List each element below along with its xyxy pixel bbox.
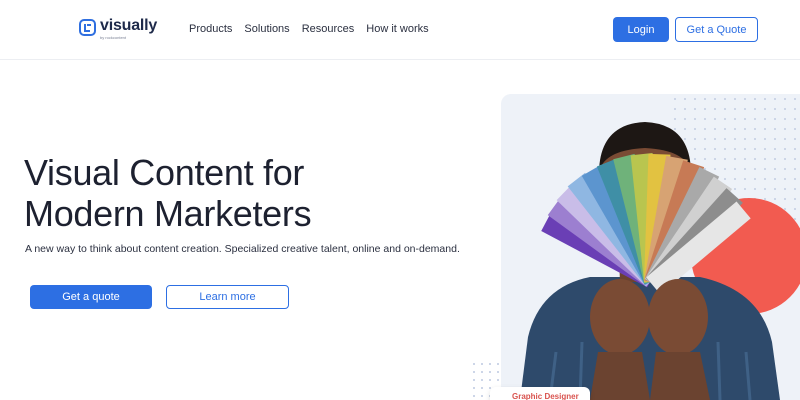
role-card: Graphic Designer bbox=[490, 387, 590, 400]
nav-solutions[interactable]: Solutions bbox=[244, 23, 289, 35]
logo-icon bbox=[79, 19, 96, 36]
main-nav: Products Solutions Resources How it work… bbox=[189, 23, 429, 35]
hero-title-line-2: Modern Marketers bbox=[24, 193, 312, 234]
hero-illustration: Graphic Designer bbox=[470, 92, 800, 400]
nav-resources[interactable]: Resources bbox=[302, 23, 355, 35]
get-a-quote-button[interactable]: Get a Quote bbox=[675, 17, 758, 42]
logo-tagline: by rockcontent bbox=[100, 35, 127, 40]
hero-subtitle: A new way to think about content creatio… bbox=[25, 243, 460, 255]
hero-title-line-1: Visual Content for bbox=[24, 152, 305, 193]
login-button[interactable]: Login bbox=[613, 17, 669, 42]
site-header: visually by rockcontent Products Solutio… bbox=[0, 0, 800, 60]
person-with-swatches-image bbox=[520, 122, 780, 400]
nav-products[interactable]: Products bbox=[189, 23, 232, 35]
learn-more-button[interactable]: Learn more bbox=[166, 285, 289, 309]
nav-how-it-works[interactable]: How it works bbox=[366, 23, 428, 35]
hero-title: Visual Content for Modern Marketers bbox=[24, 152, 312, 234]
role-card-label: Graphic Designer bbox=[512, 392, 579, 400]
get-quote-cta-button[interactable]: Get a quote bbox=[30, 285, 152, 309]
logo-wordmark: visually bbox=[100, 17, 158, 34]
